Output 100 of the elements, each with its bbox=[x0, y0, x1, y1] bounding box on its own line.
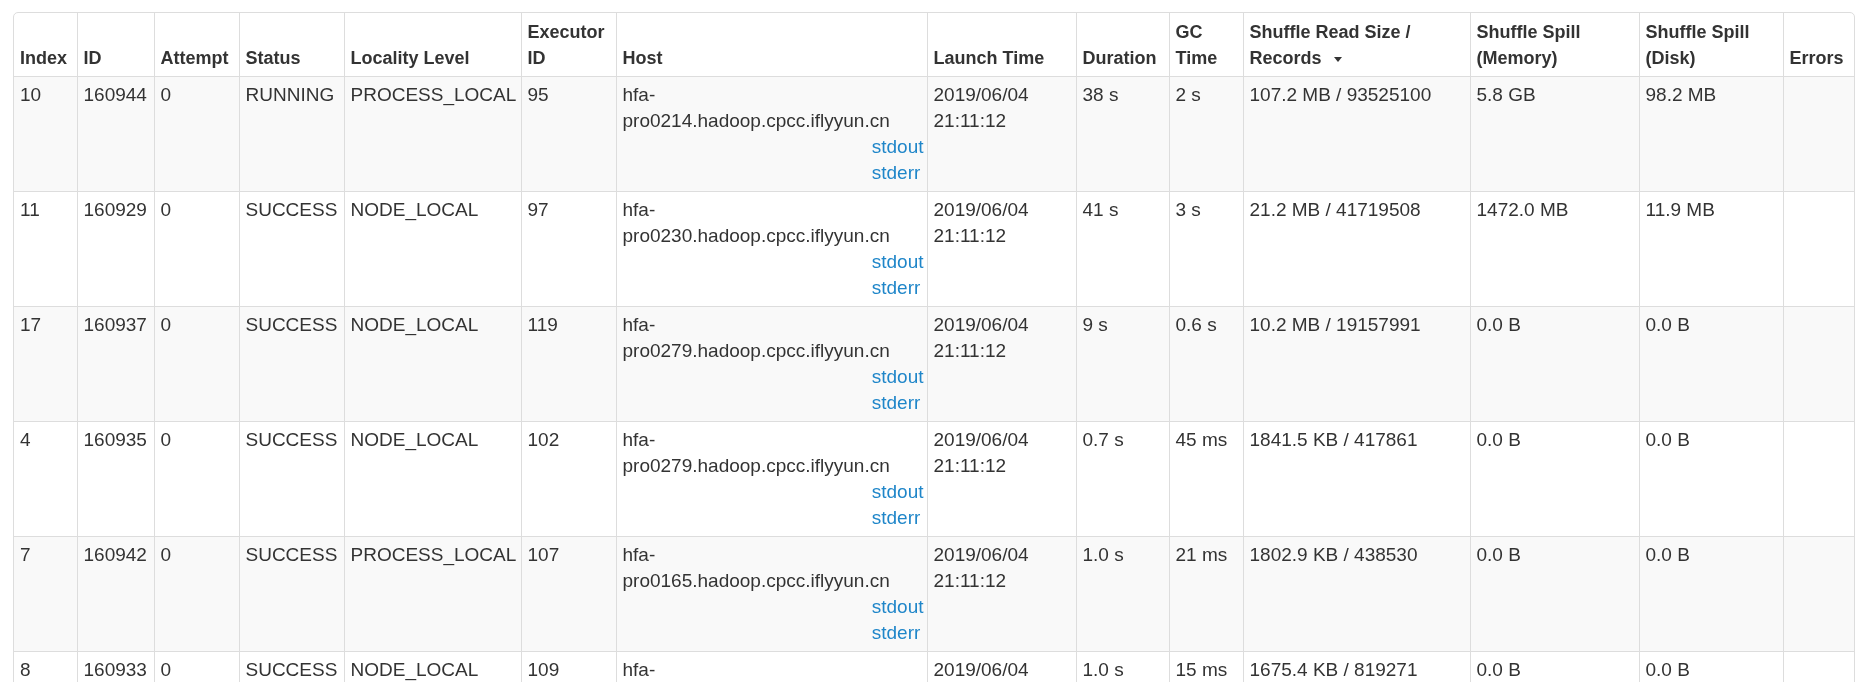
table-cell: 160937 bbox=[83, 314, 147, 335]
table-cell: 1675.4 KB / 819271 bbox=[1249, 659, 1418, 680]
log-link[interactable]: stdout bbox=[871, 249, 924, 275]
column-header[interactable]: Attempt bbox=[154, 13, 239, 77]
log-link[interactable]: stderr bbox=[871, 160, 921, 186]
table-cell: 7 bbox=[20, 544, 31, 565]
table-cell: 0.0 B bbox=[1476, 429, 1521, 450]
table-cell-text: hfa- bbox=[622, 658, 656, 682]
table-cell: 0.0 B bbox=[1645, 659, 1690, 680]
table-cell: 3 s bbox=[1175, 199, 1201, 220]
table-cell: 2019/06/04 21:11:12 bbox=[933, 544, 1029, 591]
table-cell: 0 bbox=[160, 429, 172, 450]
column-header[interactable]: Locality Level bbox=[344, 13, 521, 77]
log-link[interactable]: stderr bbox=[871, 275, 921, 301]
table-cell: 21.2 MB / 41719508 bbox=[1249, 199, 1421, 220]
table-cell: 160942 bbox=[83, 544, 147, 565]
table-cell: 10.2 MB / 19157991 bbox=[1249, 314, 1421, 335]
table-cell: 0.0 B bbox=[1476, 314, 1521, 335]
table-cell: 21 ms bbox=[1175, 544, 1228, 565]
table-cell: 0 bbox=[160, 544, 172, 565]
table-cell: 17 bbox=[20, 314, 42, 335]
table-cell: 1841.5 KB / 417861 bbox=[1249, 429, 1418, 450]
table-cell: 109 bbox=[527, 659, 560, 680]
table-cell: 38 s bbox=[1082, 84, 1119, 105]
table-cell: 8 bbox=[20, 659, 31, 680]
log-link[interactable]: stderr bbox=[871, 620, 921, 646]
table-cell: 10 bbox=[20, 84, 42, 105]
table-cell: 9 s bbox=[1082, 314, 1108, 335]
table-cell: NODE_LOCAL bbox=[350, 429, 479, 450]
column-header[interactable]: Shuffle Spill (Memory) bbox=[1470, 13, 1639, 77]
table-cell: 2019/06/04 21:11:12 bbox=[933, 199, 1029, 246]
column-header[interactable]: Status bbox=[239, 13, 344, 77]
table-cell: 1.0 s bbox=[1082, 544, 1124, 565]
column-header[interactable]: Shuffle Spill (Disk) bbox=[1639, 13, 1783, 77]
table-cell: 5.8 GB bbox=[1476, 84, 1536, 105]
table-cell: 11.9 MB bbox=[1645, 199, 1715, 220]
table-cell: 1.0 s bbox=[1082, 659, 1124, 680]
table-cell: 0.0 B bbox=[1645, 429, 1690, 450]
table-cell: 107.2 MB / 93525100 bbox=[1249, 84, 1432, 105]
table-cell: 0.0 B bbox=[1645, 544, 1690, 565]
table-cell: 160935 bbox=[83, 429, 147, 450]
column-header[interactable]: Errors bbox=[1783, 13, 1854, 77]
table-cell: 2 s bbox=[1175, 84, 1201, 105]
column-header[interactable]: Shuffle Read Size / Records bbox=[1243, 13, 1470, 77]
column-header[interactable]: GC Time bbox=[1169, 13, 1243, 77]
table-cell: 160944 bbox=[83, 84, 147, 105]
table-cell-text: hfa-pro0279.hadoop.cpcc.iflyyun.cn bbox=[622, 313, 890, 363]
table-cell: 97 bbox=[527, 199, 549, 220]
table-cell: 0 bbox=[160, 199, 172, 220]
table-cell: 98.2 MB bbox=[1645, 84, 1717, 105]
column-header[interactable]: Executor ID bbox=[521, 13, 616, 77]
table-cell: 160929 bbox=[83, 199, 147, 220]
table-cell: 160933 bbox=[83, 659, 147, 680]
column-header[interactable]: Launch Time bbox=[927, 13, 1076, 77]
log-link[interactable]: stdout bbox=[871, 594, 924, 620]
log-link[interactable]: stdout bbox=[871, 364, 924, 390]
table-cell: PROCESS_LOCAL bbox=[350, 544, 517, 565]
log-link[interactable]: stdout bbox=[871, 134, 924, 160]
column-header[interactable]: Host bbox=[616, 13, 927, 77]
log-link[interactable]: stdout bbox=[871, 479, 924, 505]
table-cell-text: hfa-pro0165.hadoop.cpcc.iflyyun.cn bbox=[622, 543, 890, 593]
table-cell: 45 ms bbox=[1175, 429, 1228, 450]
table-cell: PROCESS_LOCAL bbox=[350, 84, 517, 105]
table-cell: 0 bbox=[160, 659, 172, 680]
table-cell: 95 bbox=[527, 84, 549, 105]
table-cell: 2019/06/04 21:11:12 bbox=[933, 84, 1029, 131]
table-cell: 0.0 B bbox=[1476, 659, 1521, 680]
table-cell: 2019/06/04 21:11:12 bbox=[933, 314, 1029, 361]
table-cell: RUNNING bbox=[245, 84, 335, 105]
table-cell: 102 bbox=[527, 429, 560, 450]
table-cell: 1472.0 MB bbox=[1476, 199, 1569, 220]
column-header[interactable]: Index bbox=[14, 13, 77, 77]
table-cell: 0 bbox=[160, 314, 172, 335]
log-link[interactable]: stderr bbox=[871, 505, 921, 531]
table-cell: SUCCESS bbox=[245, 199, 338, 220]
table-cell: 2019/06/04 bbox=[933, 659, 1029, 680]
table-cell: 15 ms bbox=[1175, 659, 1228, 680]
table-cell-text: hfa-pro0214.hadoop.cpcc.iflyyun.cn bbox=[622, 83, 890, 133]
table-cell: 119 bbox=[527, 314, 558, 335]
table-cell: 2019/06/04 21:11:12 bbox=[933, 429, 1029, 476]
table-cell: NODE_LOCAL bbox=[350, 314, 479, 335]
column-header[interactable]: Duration bbox=[1076, 13, 1169, 77]
table-cell: 107 bbox=[527, 544, 560, 565]
table-cell: 0.0 B bbox=[1645, 314, 1690, 335]
table-cell: SUCCESS bbox=[245, 544, 338, 565]
table-cell: 4 bbox=[20, 429, 31, 450]
table-cell: 0.0 B bbox=[1476, 544, 1521, 565]
table-cell: SUCCESS bbox=[245, 314, 338, 335]
sort-caret-icon bbox=[1333, 56, 1342, 62]
table-cell: SUCCESS bbox=[245, 429, 338, 450]
table-cell-text: hfa-pro0230.hadoop.cpcc.iflyyun.cn bbox=[622, 198, 890, 248]
table-cell-text: hfa-pro0279.hadoop.cpcc.iflyyun.cn bbox=[622, 428, 890, 478]
table-cell: SUCCESS bbox=[245, 659, 338, 680]
table-cell: 1802.9 KB / 438530 bbox=[1249, 544, 1418, 565]
table-cell: 41 s bbox=[1082, 199, 1119, 220]
table-cell: 0 bbox=[160, 84, 172, 105]
table-cell: NODE_LOCAL bbox=[350, 659, 479, 680]
table-cell: 11 bbox=[20, 199, 40, 220]
log-link[interactable]: stderr bbox=[871, 390, 921, 416]
column-header[interactable]: ID bbox=[77, 13, 154, 77]
